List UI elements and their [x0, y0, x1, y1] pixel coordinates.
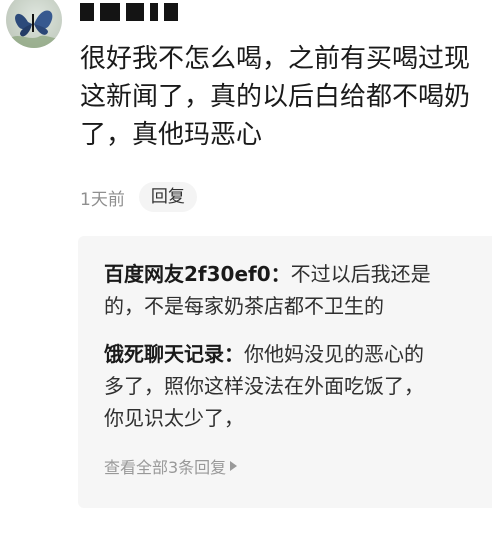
reply-separator: ：	[224, 342, 244, 366]
reply-text: 你他妈没见的恶心的	[244, 342, 424, 366]
username-mask	[126, 3, 144, 21]
view-all-replies-link[interactable]: 查看全部3条回复	[104, 454, 238, 478]
username[interactable]	[80, 0, 190, 24]
avatar[interactable]	[6, 0, 62, 48]
comment-line: 这新闻了，真的以后白给都不喝奶	[80, 82, 471, 112]
reply-text: 不过以后我还是	[290, 262, 431, 286]
reply-line: 你见识太少了，	[104, 406, 244, 430]
butterfly-icon	[6, 10, 62, 48]
triangle-right-icon	[230, 461, 238, 471]
username-mask	[80, 3, 94, 21]
view-all-label: 查看全部3条回复	[104, 458, 227, 477]
comment-body: 很好我不怎么喝，之前有买喝过现 这新闻了，真的以后白给都不喝奶 了，真他玛恶心	[80, 40, 492, 154]
username-mask	[150, 3, 158, 21]
reply-author[interactable]: 饿死聊天记录	[104, 342, 224, 366]
reply-separator: ：	[270, 262, 291, 286]
reply-line: 百度网友2f30ef0：不过以后我还是	[104, 258, 492, 290]
reply-line: 多了，照你这样没法在外面吃饭了，	[104, 374, 424, 398]
comment-time: 1天前	[80, 189, 125, 210]
username-mask	[100, 3, 120, 21]
reply-list: 百度网友2f30ef0：不过以后我还是 的，不是每家奶茶店都不卫生的 饿死聊天记…	[78, 236, 492, 508]
comment-page: 很好我不怎么喝，之前有买喝过现 这新闻了，真的以后白给都不喝奶 了，真他玛恶心 …	[0, 0, 492, 534]
reply-item[interactable]: 百度网友2f30ef0：不过以后我还是 的，不是每家奶茶店都不卫生的	[104, 258, 492, 322]
reply-item[interactable]: 饿死聊天记录：你他妈没见的恶心的 多了，照你这样没法在外面吃饭了， 你见识太少了…	[104, 338, 492, 434]
comment-meta: 1天前 回复	[80, 182, 197, 212]
comment-line: 了，真他玛恶心	[80, 120, 263, 150]
reply-line: 饿死聊天记录：你他妈没见的恶心的	[104, 338, 492, 370]
comment-line: 很好我不怎么喝，之前有买喝过现	[80, 44, 471, 74]
reply-button[interactable]: 回复	[138, 182, 197, 212]
username-mask	[164, 3, 178, 21]
reply-author[interactable]: 百度网友2f30ef0	[104, 262, 271, 286]
reply-line: 的，不是每家奶茶店都不卫生的	[104, 294, 384, 318]
